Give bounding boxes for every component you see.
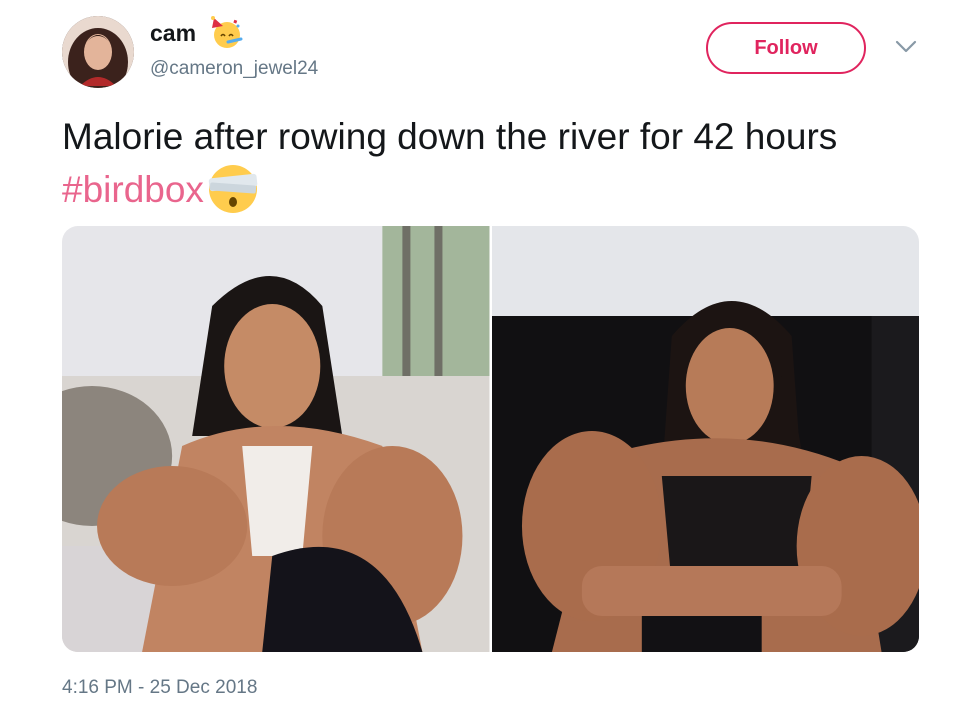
hashtag-link[interactable]: #birdbox (62, 169, 204, 210)
timestamp[interactable]: 4:16 PM - 25 Dec 2018 (62, 677, 257, 699)
follow-button[interactable]: Follow (706, 22, 866, 74)
avatar[interactable] (62, 16, 134, 88)
chevron-down-icon[interactable] (895, 40, 917, 54)
media-photo-2[interactable] (491, 226, 919, 652)
blindfolded-face-emoji (208, 165, 258, 213)
party-face-emoji (211, 16, 243, 48)
media-gallery (62, 226, 919, 652)
display-name[interactable]: cam (150, 20, 196, 47)
media-photo-1[interactable] (62, 226, 490, 652)
user-handle[interactable]: @cameron_jewel24 (150, 58, 318, 80)
tweet-text-body: Malorie after rowing down the river for … (62, 116, 838, 157)
tweet-text: Malorie after rowing down the river for … (62, 112, 922, 216)
